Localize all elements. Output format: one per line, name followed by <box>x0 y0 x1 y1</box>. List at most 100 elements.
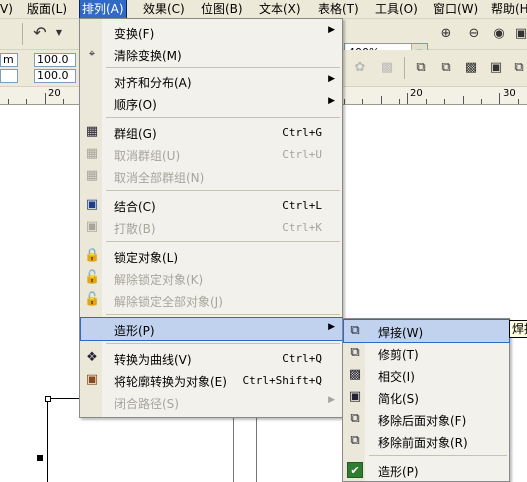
toolbar-separator <box>404 57 405 79</box>
menu-item-label: 闭合路径(S) <box>114 397 179 411</box>
submenu-item-intersect[interactable]: ▩ 相交(I) <box>344 364 509 386</box>
menu-effects[interactable]: 效果(C) <box>141 0 187 18</box>
node-handle[interactable] <box>45 396 51 402</box>
menu-separator <box>106 190 340 191</box>
menu-item-shaping[interactable]: 造形(P) ▶ <box>80 317 343 341</box>
menu-item-label: 取消群组(U) <box>114 149 181 163</box>
weld-icon[interactable]: ⧉ <box>412 59 430 77</box>
combine-icon: ▣ <box>85 197 99 212</box>
clear-transform-icon: ⌖ <box>88 47 96 60</box>
wrap-icon: ▩ <box>380 60 394 75</box>
shaping-submenu: ⧉ 焊接(W) ⧉ 修剪(T) ▩ 相交(I) ▣ 简化(S) ⧉ 移除后面对象… <box>342 318 510 482</box>
menu-separator <box>106 117 340 118</box>
menu-item-transform[interactable]: 变换(F) ▶ <box>81 21 342 43</box>
zoom-in-icon[interactable]: ⊕ <box>437 25 455 43</box>
submenu-item-shaping[interactable]: ✔ 造形(P) <box>344 459 509 481</box>
submenu-item-weld[interactable]: ⧉ 焊接(W) <box>343 319 510 343</box>
tooltip-text: 焊接 <box>512 322 527 336</box>
menu-item-label: 取消全部群组(N) <box>114 171 205 185</box>
menu-bitmaps[interactable]: 位图(B) <box>199 0 245 18</box>
position-x-field[interactable]: m <box>0 53 18 67</box>
menu-item-shortcut: Ctrl+Q <box>282 352 322 365</box>
submenu-arrow-icon: ▶ <box>328 322 335 332</box>
convert-curve-icon: ❖ <box>86 350 98 365</box>
menu-item-label: 群组(G) <box>114 127 157 141</box>
menu-item-label: 相交(I) <box>378 370 415 384</box>
scale-y-field[interactable]: 100.0 <box>34 69 76 83</box>
menu-item-label: 对齐和分布(A) <box>114 76 192 90</box>
menu-text[interactable]: 文本(X) <box>257 0 303 18</box>
ruler-tick <box>45 93 46 104</box>
undo-icon[interactable]: ↶ <box>31 24 49 42</box>
submenu-item-front-minus-back[interactable]: ⧉ 移除前面对象(R) <box>344 430 509 452</box>
intersect-icon: ▩ <box>348 367 362 382</box>
menu-item-label: 变换(F) <box>114 27 155 41</box>
menu-item-order[interactable]: 顺序(O) ▶ <box>81 92 342 114</box>
menu-item-convert-to-curves[interactable]: ❖ 转换为曲线(V) Ctrl+Q <box>81 347 342 369</box>
page-border <box>256 418 257 482</box>
page-border <box>233 418 234 482</box>
menu-item-unlock-all[interactable]: 🔓 解除锁定全部对象(J) <box>81 289 342 311</box>
position-y-field[interactable] <box>0 69 18 83</box>
menu-item-label: 移除后面对象(F) <box>378 414 467 428</box>
shape-outline[interactable] <box>47 398 79 399</box>
scale-x-field[interactable]: 100.0 <box>34 53 76 67</box>
menu-item-label: 转换为曲线(V) <box>114 353 192 367</box>
ruler-label: 20 <box>48 88 61 99</box>
menu-item-label: 移除前面对象(R) <box>378 436 468 450</box>
menu-item-clear-transform[interactable]: ⌖ 清除变换(M) <box>81 43 342 65</box>
menu-help[interactable]: 帮助(H) <box>489 0 527 18</box>
zoom-width-icon[interactable]: ▣ <box>512 25 527 43</box>
ruler-label: 20 <box>410 88 423 99</box>
break-apart-icon: ▣ <box>85 219 99 234</box>
menu-layout[interactable]: 版面(L) <box>25 0 69 18</box>
submenu-item-simplify[interactable]: ▣ 简化(S) <box>344 386 509 408</box>
menu-tools[interactable]: 工具(O) <box>373 0 420 18</box>
menu-table[interactable]: 表格(T) <box>316 0 361 18</box>
menu-separator <box>106 241 340 242</box>
menu-item-lock-object[interactable]: 🔒 锁定对象(L) <box>81 245 342 267</box>
menu-item-combine[interactable]: ▣ 结合(C) Ctrl+L <box>81 194 342 216</box>
intersect-icon[interactable]: ▩ <box>462 59 480 77</box>
menu-item-group[interactable]: ▦ 群组(G) Ctrl+G <box>81 121 342 143</box>
menu-item-unlock-object[interactable]: 🔓 解除锁定对象(K) <box>81 267 342 289</box>
menu-item-label: 将轮廓转换为对象(E) <box>114 375 227 389</box>
menu-item-shortcut: Ctrl+G <box>282 126 322 139</box>
menu-item-label: 锁定对象(L) <box>114 251 179 265</box>
trim-icon[interactable]: ⧉ <box>437 59 455 77</box>
menu-view[interactable]: V) <box>0 0 15 18</box>
outline-to-object-icon: ▣ <box>85 372 99 387</box>
simplify-icon[interactable]: ▣ <box>487 59 505 77</box>
front-minus-back-icon[interactable]: ⧉ <box>510 59 527 77</box>
zoom-out-icon[interactable]: ⊖ <box>465 25 483 43</box>
ungroup-all-icon: ▦ <box>85 168 99 183</box>
menu-item-label: 简化(S) <box>378 392 419 406</box>
menu-window[interactable]: 窗口(W) <box>431 0 480 18</box>
menu-item-label: 修剪(T) <box>378 348 419 362</box>
menu-item-break-apart[interactable]: ▣ 打散(B) Ctrl+K <box>81 216 342 238</box>
undo-dropdown-icon[interactable]: ▼ <box>50 24 68 42</box>
zoom-page-icon[interactable]: ◉ <box>490 25 508 43</box>
menu-item-align-distribute[interactable]: 对齐和分布(A) ▶ <box>81 70 342 92</box>
menu-item-label: 解除锁定对象(K) <box>114 273 204 287</box>
submenu-item-back-minus-front[interactable]: ⧉ 移除后面对象(F) <box>344 408 509 430</box>
menu-item-shortcut: Ctrl+Shift+Q <box>242 374 322 387</box>
ruler-tick <box>63 99 64 104</box>
ungroup-icon: ▦ <box>85 146 99 161</box>
submenu-item-trim[interactable]: ⧉ 修剪(T) <box>344 342 509 364</box>
menu-item-ungroup-all[interactable]: ▦ 取消全部群组(N) <box>81 165 342 187</box>
ruler-tick <box>362 99 363 104</box>
shape-outline[interactable] <box>47 398 48 482</box>
menu-item-close-path[interactable]: 闭合路径(S) ▶ <box>81 391 342 413</box>
menu-item-outline-to-object[interactable]: ▣ 将轮廓转换为对象(E) Ctrl+Shift+Q <box>81 369 342 391</box>
ruler-tick <box>381 96 382 104</box>
selection-handle[interactable] <box>37 455 43 461</box>
menu-separator <box>106 314 340 315</box>
menu-item-ungroup[interactable]: ▦ 取消群组(U) Ctrl+U <box>81 143 342 165</box>
group-icon: ▦ <box>85 124 99 139</box>
menu-arrange[interactable]: 排列(A) <box>79 0 127 19</box>
menu-item-label: 打散(B) <box>114 222 156 236</box>
ruler-tick <box>344 99 345 104</box>
menu-item-label: 焊接(W) <box>378 326 424 340</box>
menu-bar: V) 版面(L) 排列(A) 效果(C) 位图(B) 文本(X) 表格(T) 工… <box>0 0 527 19</box>
